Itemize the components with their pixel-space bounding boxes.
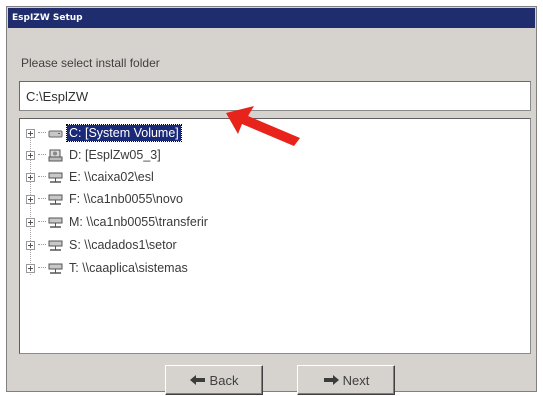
hard-drive-icon <box>48 130 63 137</box>
expand-icon[interactable] <box>26 172 35 182</box>
back-button[interactable]: Back <box>165 365 263 395</box>
tree-item-label: E: \\caixa02\esl <box>69 170 154 184</box>
back-arrow-icon <box>189 375 205 385</box>
next-button-label: Next <box>342 372 370 388</box>
network-drive-icon <box>48 217 63 228</box>
setup-window: EspIZW Setup Please select install folde… <box>6 6 537 395</box>
tree-item-f-drive[interactable]: F: \\ca1nb0055\novo <box>26 189 185 209</box>
expand-icon[interactable] <box>26 194 35 204</box>
expand-icon[interactable] <box>26 240 35 250</box>
tree-item-label: D: [EsplZw05_3] <box>69 148 161 162</box>
network-drive-icon <box>48 240 63 251</box>
tree-item-e-drive[interactable]: E: \\caixa02\esl <box>26 167 156 187</box>
tree-item-c-drive[interactable]: C: [System Volume] <box>26 123 182 143</box>
install-folder-prompt: Please select install folder <box>21 56 160 70</box>
expand-icon[interactable] <box>26 263 35 273</box>
network-drive-icon <box>48 194 63 205</box>
expand-icon[interactable] <box>26 128 35 138</box>
tree-item-d-drive[interactable]: D: [EsplZw05_3] <box>26 145 163 165</box>
window-title: EspIZW Setup <box>8 8 535 28</box>
tree-item-label: C: [System Volume] <box>66 124 182 142</box>
tree-item-t-drive[interactable]: T: \\caaplica\sistemas <box>26 258 190 278</box>
tree-item-label: M: \\ca1nb0055\transferir <box>69 215 208 229</box>
tree-item-m-drive[interactable]: M: \\ca1nb0055\transferir <box>26 212 210 232</box>
tree-item-s-drive[interactable]: S: \\cadados1\setor <box>26 235 179 255</box>
tree-item-label: T: \\caaplica\sistemas <box>69 261 188 275</box>
back-button-label: Back <box>209 372 239 388</box>
tree-item-label: F: \\ca1nb0055\novo <box>69 192 183 206</box>
next-arrow-icon <box>323 375 339 385</box>
expand-icon[interactable] <box>26 150 35 160</box>
network-drive-icon <box>48 263 63 274</box>
folder-tree[interactable]: C: [System Volume] D: [EsplZw05_3] E: \\… <box>19 118 531 354</box>
expand-icon[interactable] <box>26 217 35 227</box>
cd-drive-icon <box>48 149 63 161</box>
network-drive-icon <box>48 172 63 183</box>
red-pointer-arrow-icon <box>226 106 300 146</box>
next-button[interactable]: Next <box>297 365 395 395</box>
tree-item-label: S: \\cadados1\setor <box>69 238 177 252</box>
